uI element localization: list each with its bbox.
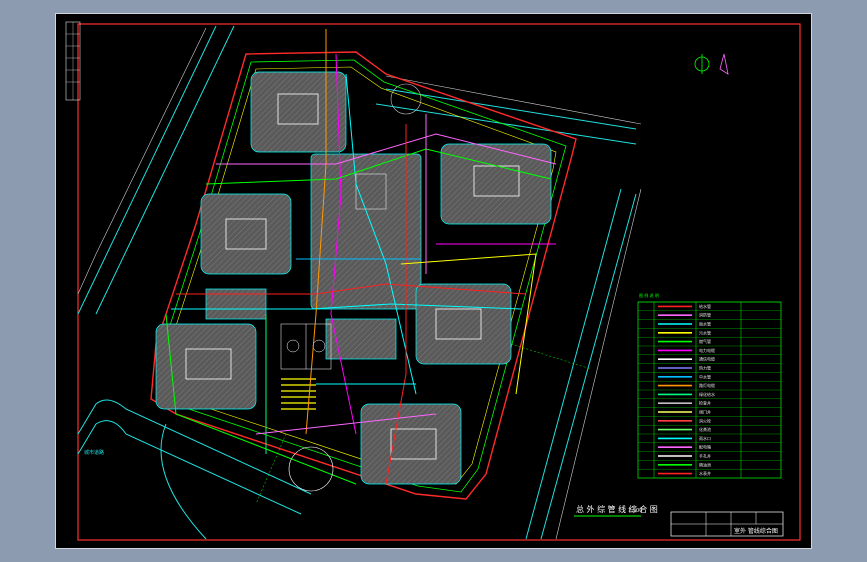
- legend-desc: 燃气管: [699, 338, 711, 344]
- title-block-name: 室外 管线综合图: [734, 527, 778, 535]
- legend-desc: 雨水管: [699, 321, 711, 327]
- plaza-circle: [390, 83, 422, 115]
- title-block: 室外 管线综合图: [670, 511, 784, 537]
- plan-title: 总 外 综 管 线 综 合 图: [576, 504, 658, 514]
- legend-desc: 手孔井: [699, 453, 711, 459]
- legend-desc: 配电箱: [699, 444, 711, 450]
- legend-desc: 阀门井: [699, 409, 711, 415]
- legend-desc: 通信电缆: [699, 356, 715, 362]
- cad-viewport[interactable]: 总 外 综 管 线 综 合 图 1:500 城市道路 图 例 说 明 给水管消防…: [56, 14, 813, 550]
- road-label: 城市道路: [84, 449, 104, 456]
- legend-desc: 隔油池: [699, 461, 711, 467]
- fountain-circle: [288, 446, 334, 492]
- legend-desc: 水表井: [699, 470, 711, 476]
- legend-desc: 消防管: [699, 312, 711, 318]
- legend-desc: 绿化给水: [699, 391, 715, 397]
- north-arrow: [694, 53, 729, 75]
- legend-desc: 中水管: [699, 373, 711, 379]
- parking-stalls: [281, 378, 316, 410]
- legend-table: 图 例 说 明 给水管消防管雨水管污水管燃气管电力电缆通信电缆热力管中水管路灯电…: [637, 292, 782, 479]
- cad-drawing-frame: 总 外 综 管 线 综 合 图 1:500 城市道路 图 例 说 明 给水管消防…: [55, 13, 812, 549]
- legend-desc: 热力管: [699, 365, 711, 371]
- legend-desc: 消火栓: [699, 417, 711, 423]
- legend-desc: 污水管: [699, 329, 711, 335]
- plan-scale: 1:500: [628, 508, 642, 514]
- site-plan-svg: 总 外 综 管 线 综 合 图 1:500 城市道路 图 例 说 明 给水管消防…: [65, 21, 801, 541]
- legend-desc: 化粪池: [699, 426, 711, 432]
- legend-header: 图 例 说 明: [639, 292, 659, 298]
- legend-desc: 检查井: [699, 400, 711, 406]
- legend-desc: 电力电缆: [699, 347, 715, 353]
- legend-desc: 路灯电缆: [699, 382, 715, 388]
- legend-desc: 雨水口: [699, 435, 711, 441]
- legend-desc: 给水管: [699, 303, 711, 309]
